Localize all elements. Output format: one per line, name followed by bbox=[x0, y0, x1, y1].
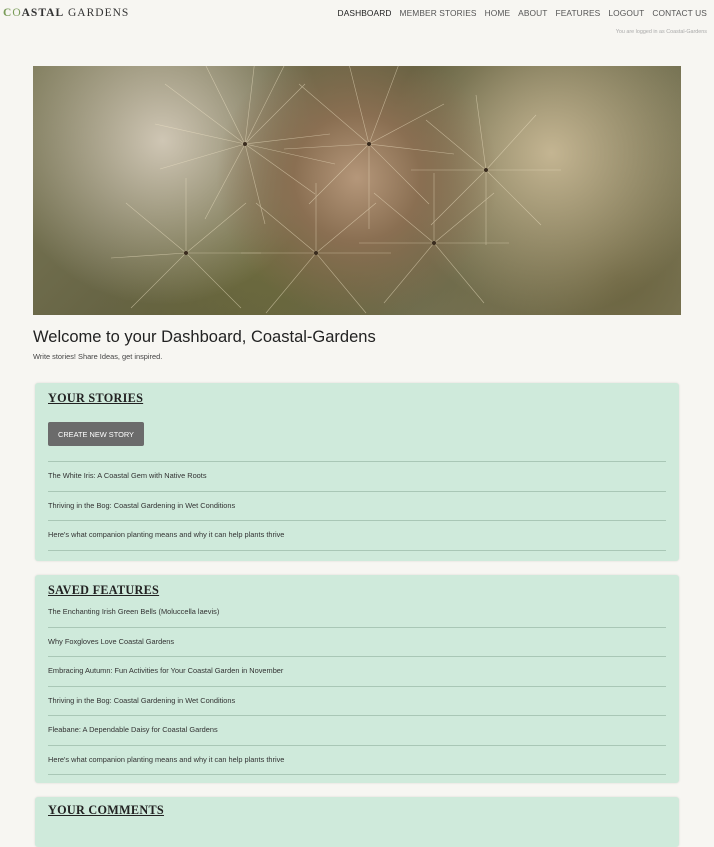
site-logo[interactable]: COASTAL GARDENS bbox=[3, 7, 129, 19]
your-comments-heading: YOUR COMMENTS bbox=[48, 803, 164, 817]
logo-word-gardens: GARDENS bbox=[68, 7, 130, 19]
logo-word-rest: ASTAL bbox=[21, 7, 65, 19]
saved-feature-item[interactable]: Why Foxgloves Love Coastal Gardens bbox=[48, 628, 666, 657]
story-item[interactable]: Here's what companion planting means and… bbox=[48, 521, 666, 551]
create-new-story-button[interactable]: CREATE NEW STORY bbox=[48, 422, 144, 446]
your-stories-heading: YOUR STORIES bbox=[48, 391, 144, 405]
main-nav: DASHBOARD MEMBER STORIES HOME ABOUT FEAT… bbox=[338, 8, 707, 18]
saved-feature-item[interactable]: Fleabane: A Dependable Daisy for Coastal… bbox=[48, 716, 666, 746]
logged-in-status: You are logged in as Coastal-Gardens bbox=[615, 29, 707, 35]
nav-dashboard[interactable]: DASHBOARD bbox=[338, 8, 392, 18]
page-subtitle: Write stories! Share Ideas, get inspired… bbox=[33, 352, 163, 361]
nav-member-stories[interactable]: MEMBER STORIES bbox=[400, 8, 477, 18]
saved-features-panel: SAVED FEATURES The Enchanting Irish Gree… bbox=[35, 575, 679, 783]
logo-letter-c: C bbox=[3, 7, 13, 19]
nav-logout[interactable]: LOGOUT bbox=[608, 8, 644, 18]
dandelion-seeds-illustration bbox=[110, 66, 561, 314]
hero-image bbox=[33, 66, 681, 315]
nav-about[interactable]: ABOUT bbox=[518, 8, 547, 18]
nav-contact-us[interactable]: CONTACT US bbox=[652, 8, 707, 18]
nav-home[interactable]: HOME bbox=[485, 8, 511, 18]
your-comments-panel: YOUR COMMENTS bbox=[35, 797, 679, 847]
saved-feature-item[interactable]: Embracing Autumn: Fun Activities for You… bbox=[48, 657, 666, 687]
nav-features[interactable]: FEATURES bbox=[556, 8, 601, 18]
story-item[interactable]: The White Iris: A Coastal Gem with Nativ… bbox=[48, 462, 666, 492]
saved-feature-item[interactable]: Here's what companion planting means and… bbox=[48, 746, 666, 775]
saved-feature-item[interactable]: Thriving in the Bog: Coastal Gardening i… bbox=[48, 687, 666, 716]
site-header: COASTAL GARDENS DASHBOARD MEMBER STORIES… bbox=[0, 0, 714, 40]
your-stories-panel: YOUR STORIES CREATE NEW STORY The White … bbox=[35, 383, 679, 561]
stories-list: The White Iris: A Coastal Gem with Nativ… bbox=[48, 461, 666, 551]
saved-feature-item[interactable]: The Enchanting Irish Green Bells (Molucc… bbox=[48, 598, 666, 628]
logo-letter-o: O bbox=[12, 7, 22, 19]
page-title: Welcome to your Dashboard, Coastal-Garde… bbox=[33, 328, 376, 346]
saved-features-list: The Enchanting Irish Green Bells (Molucc… bbox=[48, 598, 666, 775]
story-item[interactable]: Thriving in the Bog: Coastal Gardening i… bbox=[48, 492, 666, 521]
saved-features-heading: SAVED FEATURES bbox=[48, 583, 160, 597]
